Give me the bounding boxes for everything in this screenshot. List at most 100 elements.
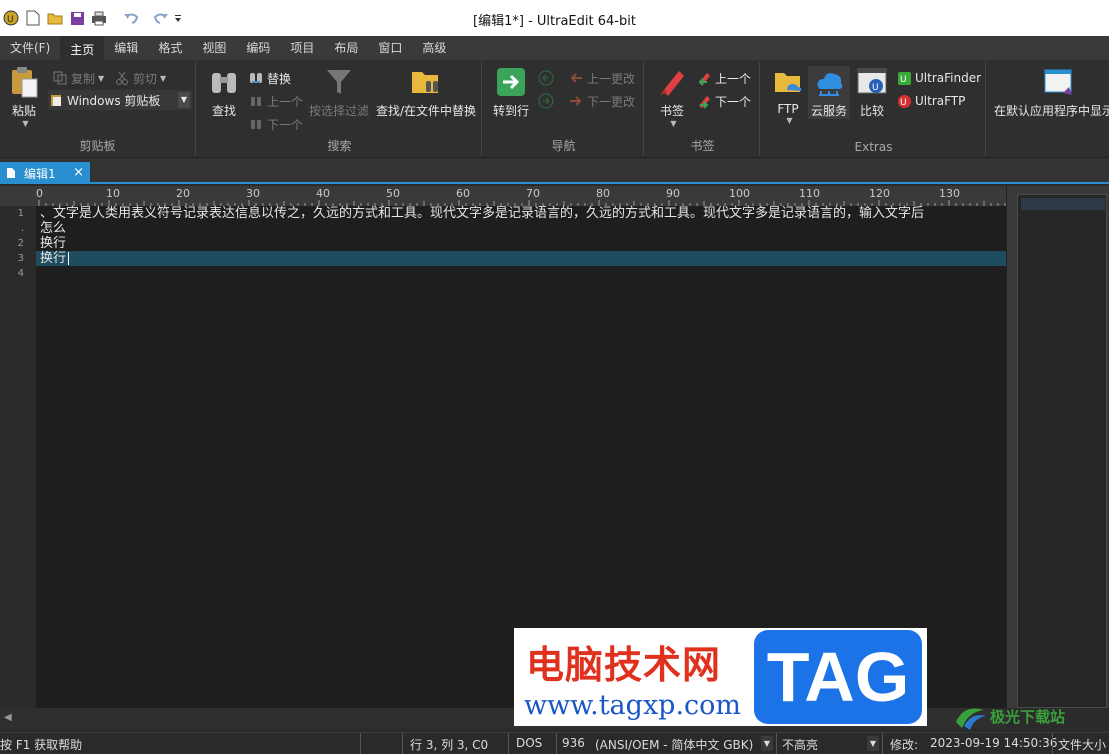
compare-button[interactable]: U 比较 <box>854 66 890 119</box>
ftp-folder-icon <box>772 66 804 98</box>
cut-button[interactable]: 剪切 ▼ <box>114 68 166 88</box>
tab-advanced[interactable]: 高级 <box>412 36 456 60</box>
arrow-right-small-icon <box>568 93 584 109</box>
status-codepage[interactable]: 936 <box>562 736 585 750</box>
replace-button[interactable]: 替换 <box>248 68 291 88</box>
text-caret <box>68 252 69 265</box>
paste-button[interactable]: 粘贴 ▼ <box>6 66 42 128</box>
bookmark-next-button[interactable]: 下一个 <box>696 91 751 111</box>
status-position[interactable]: 行 3, 列 3, C0 <box>410 736 488 753</box>
encoding-dropdown-icon[interactable]: ▼ <box>761 736 773 751</box>
tab-encoding[interactable]: 编码 <box>236 36 280 60</box>
minimap-viewport[interactable] <box>1021 198 1105 210</box>
ruler-label: 70 <box>526 187 540 200</box>
status-encoding[interactable]: (ANSI/OEM - 简体中文 GBK) <box>595 736 753 753</box>
document-tab-label: 编辑1 <box>24 166 56 181</box>
ultrafinder-button[interactable]: U UltraFinder <box>896 68 981 88</box>
minimap[interactable] <box>1017 194 1107 708</box>
status-line-ending[interactable]: DOS <box>516 736 542 750</box>
navigation-group: 转到行 上一更改 下一更改 导航 <box>484 62 644 156</box>
aurora-logo-icon <box>954 702 988 733</box>
line-number: . <box>20 223 24 234</box>
ruler-label: 50 <box>386 187 400 200</box>
prev-change-button[interactable]: 上一更改 <box>568 68 635 88</box>
tab-edit[interactable]: 编辑 <box>104 36 148 60</box>
status-modified: 2023-09-19 14:50:36 <box>930 736 1058 750</box>
close-tab-icon[interactable]: × <box>73 165 84 180</box>
find-in-files-label: 查找/在文件中替换 <box>375 104 477 118</box>
filter-icon <box>323 66 355 98</box>
default-app-group: 在默认应用程序中显示 <box>988 62 1109 156</box>
paste-dropdown-icon[interactable]: ▼ <box>22 119 28 128</box>
chevron-down-icon[interactable]: ▼ <box>178 92 190 108</box>
bookmark-label: 书签 <box>659 104 684 118</box>
bookmark-dropdown-icon[interactable]: ▼ <box>670 119 676 128</box>
line-number: 4 <box>17 268 24 279</box>
watermark-site-name: 电脑技术网 <box>526 643 722 687</box>
bookmark-prev-button[interactable]: 上一个 <box>696 68 751 88</box>
find-button[interactable]: 查找 <box>206 66 242 119</box>
ruler-label: 90 <box>666 187 680 200</box>
status-separator <box>508 733 509 754</box>
document-icon <box>6 167 16 179</box>
next-change-button[interactable]: 下一更改 <box>568 91 635 111</box>
code-line[interactable]: 怎么 <box>40 221 66 236</box>
bookmark-button[interactable]: 书签 ▼ <box>654 66 690 128</box>
cloud-services-button[interactable]: 云服务 <box>808 66 850 119</box>
find-next-button[interactable]: 下一个 <box>248 114 303 134</box>
replace-label: 替换 <box>267 71 292 86</box>
document-tab[interactable]: 编辑1 × <box>0 162 90 184</box>
tab-format[interactable]: 格式 <box>148 36 192 60</box>
next-change-label: 下一更改 <box>587 94 636 109</box>
find-prev-button[interactable]: 上一个 <box>248 91 303 111</box>
status-separator <box>556 733 557 754</box>
find-in-files-button[interactable]: 查找/在文件中替换 <box>374 66 478 119</box>
replace-icon <box>248 70 264 86</box>
goto-line-button[interactable]: 转到行 <box>488 66 534 119</box>
tab-project[interactable]: 项目 <box>280 36 324 60</box>
prev-change-label: 上一更改 <box>587 71 636 86</box>
status-highlight[interactable]: 不高亮 <box>782 736 818 753</box>
tab-home[interactable]: 主页 <box>60 36 105 60</box>
status-separator <box>882 733 883 754</box>
scroll-left-icon[interactable]: ◀ <box>4 712 16 724</box>
ruler-label: 40 <box>316 187 330 200</box>
svg-text:U: U <box>900 75 907 85</box>
code-line[interactable]: 、文字是人类用表义符号记录表达信息以传之，久远的方式和工具。现代文字多是记录语言… <box>40 206 924 221</box>
code-line[interactable]: 换行 <box>40 251 66 266</box>
cut-dropdown-icon: ▼ <box>160 73 167 83</box>
ruler-label: 20 <box>176 187 190 200</box>
navigation-group-label: 导航 <box>551 139 576 153</box>
highlight-dropdown-icon[interactable]: ▼ <box>867 736 879 751</box>
nav-back-icon[interactable] <box>538 68 554 88</box>
tab-file[interactable]: 文件(F) <box>0 36 60 60</box>
tab-layout[interactable]: 布局 <box>324 36 368 60</box>
find-next-label: 下一个 <box>267 117 304 132</box>
ruler-label: 10 <box>106 187 120 200</box>
bookmark-next-label: 下一个 <box>715 94 752 109</box>
filter-by-selection-button[interactable]: 按选择过滤 <box>306 66 372 119</box>
cloud-services-label: 云服务 <box>810 104 847 118</box>
copy-button[interactable]: 复制 ▼ <box>52 68 104 88</box>
watermark-site2: 极光下载站 <box>990 708 1066 726</box>
ribbon: 粘贴 ▼ 复制 ▼ 剪切 ▼ Windows 剪贴板 ▼ 剪贴板 查找 替换 上… <box>0 60 1109 158</box>
find-prev-label: 上一个 <box>267 94 304 109</box>
extras-group: FTP ▼ 云服务 U 比较 U UltraFinder U UltraFTP … <box>762 62 986 156</box>
ultrafinder-label: UltraFinder <box>915 71 982 85</box>
windows-clipboard-select[interactable]: Windows 剪贴板 ▼ <box>48 90 192 110</box>
document-tab-strip: 编辑1 × <box>0 158 1109 184</box>
tab-window[interactable]: 窗口 <box>368 36 412 60</box>
ftp-button[interactable]: FTP ▼ <box>770 66 806 125</box>
goto-line-label: 转到行 <box>492 104 529 118</box>
paste-icon <box>8 66 40 98</box>
tab-view[interactable]: 视图 <box>192 36 236 60</box>
nav-forward-icon[interactable] <box>538 91 554 111</box>
ruler-label: 80 <box>596 187 610 200</box>
ruler-corner <box>0 186 36 206</box>
code-line[interactable]: 换行 <box>40 236 66 251</box>
ftp-dropdown-icon[interactable]: ▼ <box>786 116 792 125</box>
watermark-url: www.tagxp.com <box>524 690 742 721</box>
copy-dropdown-icon: ▼ <box>98 73 105 83</box>
open-in-default-app-button[interactable]: 在默认应用程序中显示 <box>994 66 1109 119</box>
ultraftp-button[interactable]: U UltraFTP <box>896 91 965 111</box>
